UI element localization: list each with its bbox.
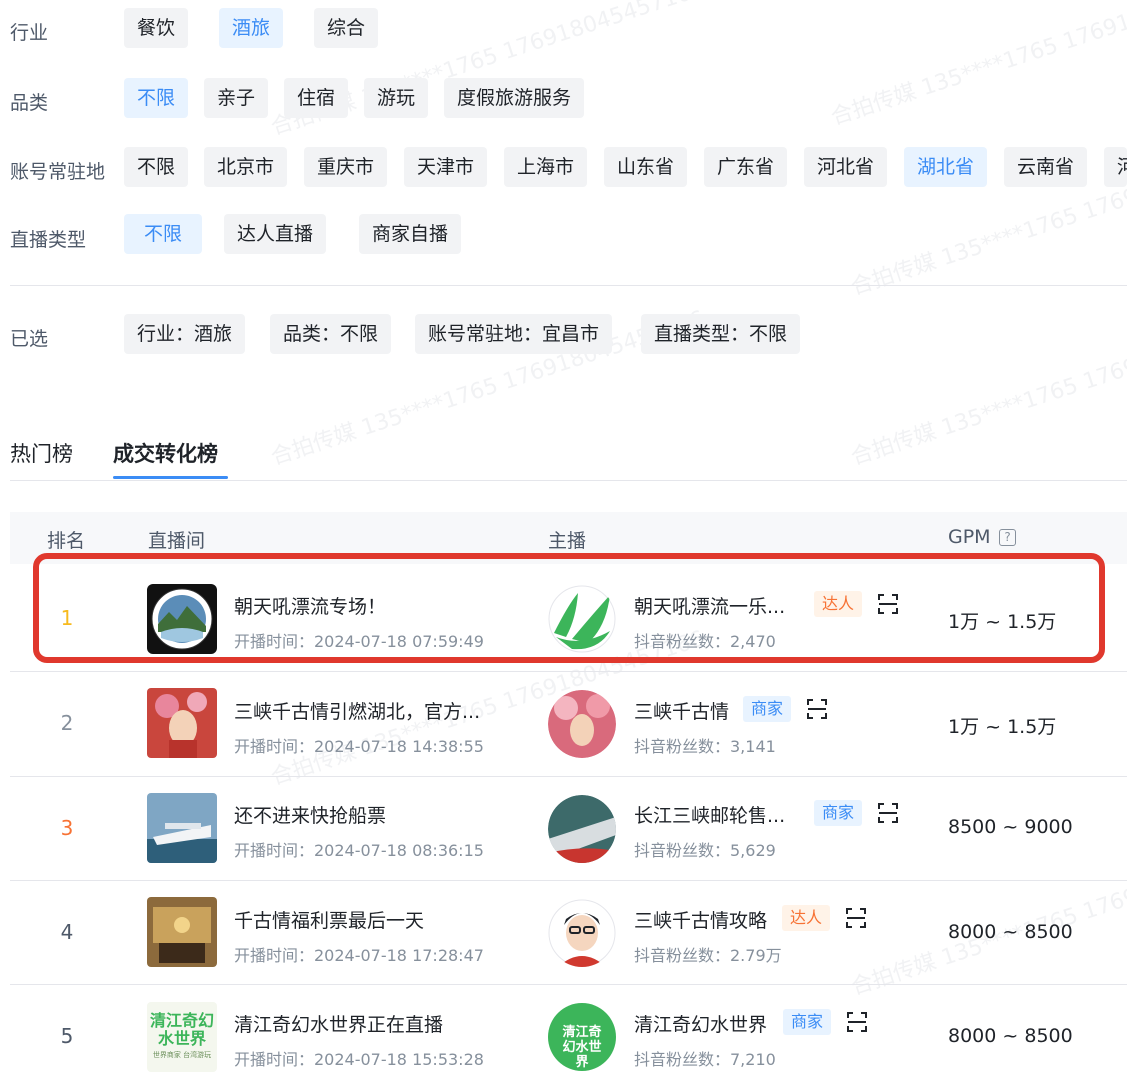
row-divider	[10, 671, 1127, 672]
live-room-title[interactable]: 千古情福利票最后一天	[234, 906, 424, 933]
live-room-thumbnail[interactable]	[147, 897, 217, 967]
chip-location-hebei[interactable]: 河北省	[804, 147, 888, 187]
row-divider	[10, 984, 1127, 985]
filter-label-industry: 行业	[10, 22, 49, 44]
live-room-title[interactable]: 清江奇幻水世界正在直播	[234, 1010, 443, 1037]
gpm-value: 8500 ~ 9000	[948, 816, 1073, 838]
filter-label-category: 品类	[10, 92, 49, 114]
avatar-text: 清江奇幻水世界	[562, 1025, 602, 1070]
th-room: 直播间	[148, 530, 206, 552]
host-avatar[interactable]	[548, 690, 616, 758]
live-start-time: 开播时间：2024-07-18 17:28:47	[234, 946, 484, 965]
chip-category-play[interactable]: 游玩	[364, 78, 429, 118]
chip-category-lodging[interactable]: 住宿	[284, 78, 349, 118]
chip-location-chongqing[interactable]: 重庆市	[304, 147, 388, 187]
chip-livetype-unlimited[interactable]: 不限	[124, 214, 203, 254]
live-start-time: 开播时间：2024-07-18 08:36:15	[234, 841, 484, 860]
scan-icon[interactable]	[845, 907, 867, 929]
host-avatar[interactable]	[548, 795, 616, 863]
th-rank: 排名	[47, 530, 86, 552]
scan-icon[interactable]	[877, 802, 899, 824]
watermark: 合拍传媒 135****1765 176918045457166	[848, 306, 1127, 471]
scan-icon[interactable]	[806, 698, 828, 720]
live-room-title[interactable]: 还不进来快抢船票	[234, 801, 386, 828]
tab-active-indicator	[113, 476, 228, 479]
chip-category-parent-child[interactable]: 亲子	[204, 78, 269, 118]
selected-chip-live-type[interactable]: 直播类型：不限	[641, 314, 801, 354]
badge-merchant: 商家	[743, 696, 792, 722]
watermark: 合拍传媒 135****1765 176918045457166	[828, 0, 1127, 131]
rank-number: 3	[60, 816, 74, 840]
host-fans-count: 抖音粉丝数：7,210	[634, 1050, 776, 1069]
chip-location-tianjin[interactable]: 天津市	[404, 147, 488, 187]
host-name[interactable]: 清江奇幻水世界	[634, 1010, 767, 1037]
chip-location-shanghai[interactable]: 上海市	[504, 147, 588, 187]
live-start-time: 开播时间：2024-07-18 14:38:55	[234, 737, 484, 756]
host-fans-count: 抖音粉丝数：2,470	[634, 632, 776, 651]
th-gpm: GPM	[948, 526, 991, 548]
highlight-frame	[33, 553, 1105, 663]
chip-location-guangdong[interactable]: 广东省	[704, 147, 788, 187]
live-room-thumbnail[interactable]	[147, 793, 217, 863]
tab-conversion[interactable]: 成交转化榜	[113, 438, 218, 468]
badge-influencer: 达人	[782, 905, 831, 931]
host-avatar[interactable]	[548, 899, 616, 967]
chip-industry-general[interactable]: 综合	[314, 8, 379, 48]
rank-number: 5	[60, 1024, 74, 1048]
watermark: 合拍传媒 135****1765 176918045457166	[848, 836, 1127, 1001]
chip-location-yunnan[interactable]: 云南省	[1004, 147, 1088, 187]
tabs-divider	[10, 480, 1127, 481]
chip-industry-hotel-travel[interactable]: 酒旅	[219, 8, 284, 48]
badge-merchant: 商家	[783, 1009, 832, 1035]
selected-chip-category[interactable]: 品类：不限	[270, 314, 392, 354]
badge-merchant: 商家	[814, 800, 863, 826]
help-icon[interactable]: ?	[999, 529, 1016, 546]
live-room-thumbnail[interactable]	[147, 688, 217, 758]
chip-location-beijing[interactable]: 北京市	[204, 147, 288, 187]
host-fans-count: 抖音粉丝数：3,141	[634, 737, 776, 756]
tab-hot[interactable]: 热门榜	[10, 438, 73, 468]
host-name[interactable]: 三峡千古情攻略	[634, 906, 767, 933]
chip-location-unlimited[interactable]: 不限	[124, 147, 189, 187]
live-start-time: 开播时间：2024-07-18 15:53:28	[234, 1050, 484, 1069]
row-divider	[10, 880, 1127, 881]
host-avatar[interactable]: 清江奇幻水世界	[548, 1003, 616, 1071]
thumbnail-subtext: 世界商家 台湾游玩	[152, 1051, 212, 1059]
chip-location-hubei[interactable]: 湖北省	[904, 147, 988, 187]
scan-icon[interactable]	[846, 1011, 868, 1033]
divider	[10, 285, 1127, 286]
host-fans-count: 抖音粉丝数：5,629	[634, 841, 776, 860]
th-host: 主播	[548, 530, 587, 552]
live-room-thumbnail[interactable]: 清江奇幻水世界 世界商家 台湾游玩	[147, 1002, 217, 1072]
selected-chip-industry[interactable]: 行业：酒旅	[124, 314, 246, 354]
host-name[interactable]: 长江三峡邮轮售...	[634, 801, 785, 828]
chip-location-more[interactable]: 河	[1104, 147, 1127, 187]
live-room-title[interactable]: 三峡千古情引燃湖北，官方...	[234, 697, 480, 724]
row-divider	[10, 776, 1127, 777]
chip-industry-catering[interactable]: 餐饮	[124, 8, 189, 48]
selected-chip-location[interactable]: 账号常驻地：宜昌市	[415, 314, 613, 354]
rank-number: 4	[60, 920, 74, 944]
gpm-value: 8000 ~ 8500	[948, 921, 1073, 943]
chip-livetype-merchant[interactable]: 商家自播	[359, 214, 462, 254]
rank-number: 2	[60, 711, 74, 735]
chip-livetype-influencer[interactable]: 达人直播	[224, 214, 327, 254]
chip-category-vacation[interactable]: 度假旅游服务	[444, 78, 585, 118]
host-fans-count: 抖音粉丝数：2.79万	[634, 946, 782, 965]
host-name[interactable]: 三峡千古情	[634, 697, 729, 724]
chip-location-shandong[interactable]: 山东省	[604, 147, 688, 187]
chip-category-unlimited[interactable]: 不限	[124, 78, 189, 118]
filter-label-live-type: 直播类型	[10, 229, 87, 251]
filter-label-location: 账号常驻地	[10, 161, 106, 183]
thumbnail-text: 清江奇幻水世界	[150, 1011, 215, 1048]
selected-label: 已选	[10, 328, 49, 350]
gpm-value: 1万 ~ 1.5万	[948, 716, 1057, 738]
gpm-value: 8000 ~ 8500	[948, 1025, 1073, 1047]
